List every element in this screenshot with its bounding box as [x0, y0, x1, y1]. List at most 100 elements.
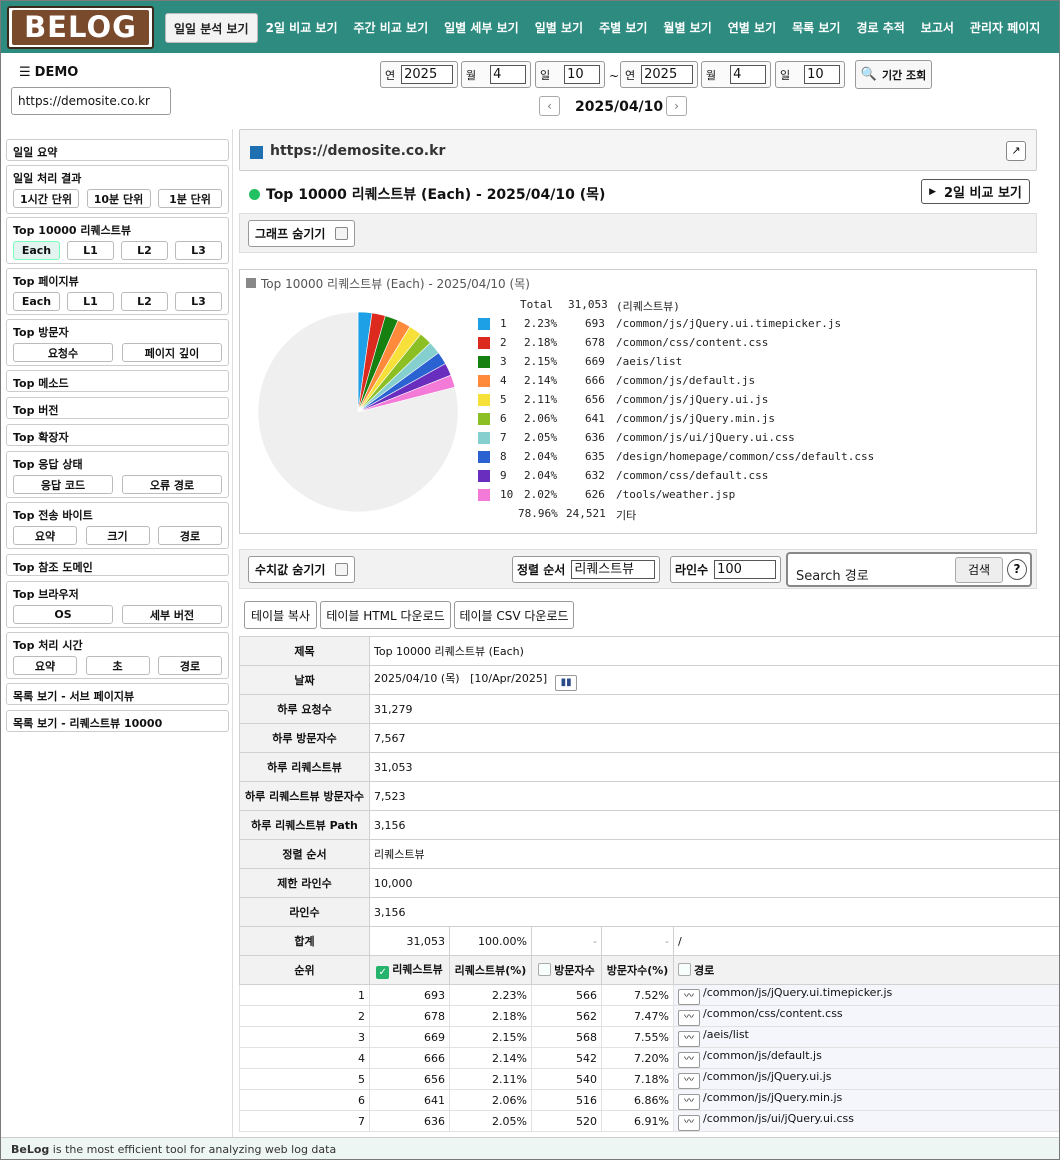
to-year-input[interactable]: 2025: [641, 65, 693, 84]
legend-rank: 10: [500, 488, 514, 501]
sort-order-box: 정렬 순서 리퀘스트뷰: [512, 556, 661, 583]
nav-path-trace[interactable]: 경로 추적: [848, 13, 912, 43]
visitor-requests-button[interactable]: 요청수: [13, 343, 113, 362]
time-seconds-button[interactable]: 초: [85, 656, 150, 675]
from-day-input[interactable]: 10: [564, 65, 600, 84]
row-path: 〰/common/js/jQuery.ui.timepicker.js: [673, 984, 1059, 1006]
visitor-page-depth-button[interactable]: 페이지 깊이: [122, 343, 222, 362]
line-count-input[interactable]: 100: [714, 560, 777, 579]
error-path-button[interactable]: 오류 경로: [122, 475, 222, 494]
legend-row: 7 2.05% 636/common/js/ui/jQuery.ui.css: [478, 429, 878, 447]
ten-minute-unit-button[interactable]: 10분 단위: [86, 189, 151, 208]
sidebar-top-referrer[interactable]: Top 참조 도메인: [6, 554, 229, 576]
browser-version-button[interactable]: 세부 버전: [122, 605, 222, 624]
request-l1-button[interactable]: L1: [67, 241, 114, 260]
nav-list[interactable]: 목록 보기: [784, 13, 848, 43]
request-l3-button[interactable]: L3: [175, 241, 222, 260]
legend-row: 8 2.04% 635/design/homepage/common/css/def…: [478, 448, 878, 466]
page-l3-button[interactable]: L3: [175, 292, 222, 311]
prev-date-button[interactable]: ‹: [539, 96, 560, 116]
request-each-button[interactable]: Each: [13, 241, 60, 260]
browser-os-button[interactable]: OS: [13, 605, 113, 624]
next-date-button[interactable]: ›: [666, 96, 687, 116]
row-requests-pct: 2.11%: [449, 1068, 532, 1090]
hamburger-icon[interactable]: ☰: [19, 65, 31, 80]
hourly-unit-button[interactable]: 1시간 단위: [13, 189, 79, 208]
trend-chart-icon[interactable]: 〰: [678, 1072, 700, 1089]
row-path-text[interactable]: /common/js/ui/jQuery.ui.css: [703, 1112, 854, 1125]
sort-order-select[interactable]: 리퀘스트뷰: [571, 560, 656, 579]
nav-report[interactable]: 보고서: [913, 13, 962, 43]
nav-weekly[interactable]: 주별 보기: [591, 13, 655, 43]
hide-graph-checkbox[interactable]: [335, 227, 349, 240]
nav-weekly-compare[interactable]: 주간 비교 보기: [346, 13, 437, 43]
from-month-input[interactable]: 4: [490, 65, 526, 84]
trend-chart-icon[interactable]: 〰: [678, 1114, 700, 1131]
col-visitors-checkbox[interactable]: [538, 963, 552, 976]
row-path-text[interactable]: /common/css/content.css: [703, 1007, 843, 1020]
bytes-size-button[interactable]: 크기: [85, 526, 150, 545]
page-l2-button[interactable]: L2: [121, 292, 168, 311]
from-year-input[interactable]: 2025: [401, 65, 453, 84]
bytes-path-button[interactable]: 경로: [158, 526, 222, 545]
trend-chart-icon[interactable]: 〰: [678, 1051, 700, 1068]
nav-monthly[interactable]: 월별 보기: [655, 13, 719, 43]
info-value: 31,053: [369, 752, 1059, 782]
external-link-icon[interactable]: ↗: [1006, 141, 1026, 161]
chart-title: Top 10000 리퀘스트뷰 (Each) - 2025/04/10 (목): [261, 277, 530, 291]
top-nav-bar: BELOG 일일 분석 보기 2일 비교 보기 주간 비교 보기 일별 세부 보…: [1, 1, 1059, 53]
to-month-input[interactable]: 4: [730, 65, 766, 84]
nav-two-day-compare[interactable]: 2일 비교 보기: [258, 13, 346, 43]
nav-daily-detail[interactable]: 일별 세부 보기: [436, 13, 527, 43]
sidebar-list-request[interactable]: 목록 보기 - 리퀘스트뷰 10000: [6, 710, 229, 732]
brand-menu[interactable]: ☰ DEMO: [19, 65, 78, 80]
trend-chart-icon[interactable]: 〰: [678, 1009, 700, 1026]
period-query-button[interactable]: 🔍 기간 조회: [855, 60, 932, 89]
bytes-summary-button[interactable]: 요약: [13, 526, 77, 545]
search-button[interactable]: 검색: [955, 557, 1003, 583]
two-day-compare-button[interactable]: ▶ 2일 비교 보기: [921, 179, 1030, 204]
table-copy-button[interactable]: 테이블 복사: [244, 601, 317, 629]
trend-chart-icon[interactable]: 〰: [678, 988, 700, 1005]
time-summary-button[interactable]: 요약: [13, 656, 77, 675]
request-l2-button[interactable]: L2: [121, 241, 168, 260]
site-select[interactable]: https://demosite.co.kr: [11, 87, 171, 115]
help-icon[interactable]: ?: [1007, 559, 1027, 580]
trend-chart-icon[interactable]: 〰: [678, 1093, 700, 1110]
row-path-text[interactable]: /common/js/jQuery.min.js: [703, 1091, 842, 1104]
table-csv-download-button[interactable]: 테이블 CSV 다운로드: [454, 601, 574, 629]
sidebar-daily-summary[interactable]: 일일 요약: [6, 139, 229, 161]
trend-chart-icon[interactable]: 〰: [678, 1030, 700, 1047]
hide-values-checkbox[interactable]: [335, 563, 349, 576]
row-path-text[interactable]: /common/js/default.js: [703, 1049, 822, 1062]
hide-values-label: 수치값 숨기기: [255, 563, 326, 577]
row-path-text[interactable]: /common/js/jQuery.ui.timepicker.js: [703, 986, 892, 999]
sidebar-top-method[interactable]: Top 메소드: [6, 370, 229, 392]
hide-values-toggle[interactable]: 수치값 숨기기: [248, 556, 356, 583]
nav-admin[interactable]: 관리자 페이지: [962, 13, 1048, 43]
nav-daily-analysis[interactable]: 일일 분석 보기: [165, 13, 258, 43]
sidebar-top-extension[interactable]: Top 확장자: [6, 424, 229, 446]
col-visitors-label: 방문자수: [554, 964, 595, 977]
col-requests-checkbox[interactable]: ✓: [376, 966, 390, 979]
nav-yearly[interactable]: 연별 보기: [720, 13, 784, 43]
to-day-input[interactable]: 10: [804, 65, 840, 84]
table-row: 3 669 2.15% 568 7.55% 〰/aeis/list: [239, 1026, 1059, 1048]
nav-daily[interactable]: 일별 보기: [527, 13, 591, 43]
search-input[interactable]: Search 경로: [796, 565, 869, 584]
row-path-text[interactable]: /aeis/list: [703, 1028, 749, 1041]
page-each-button[interactable]: Each: [13, 292, 60, 311]
hide-graph-toggle[interactable]: 그래프 숨기기: [248, 220, 356, 247]
row-path-text[interactable]: /common/js/jQuery.ui.js: [703, 1070, 832, 1083]
sidebar-list-subpage[interactable]: 목록 보기 - 서브 페이지뷰: [6, 683, 229, 705]
table-html-download-button[interactable]: 테이블 HTML 다운로드: [320, 601, 451, 629]
sidebar-top-version[interactable]: Top 버전: [6, 397, 229, 419]
col-path-checkbox[interactable]: [678, 963, 691, 976]
belog-logo[interactable]: BELOG: [7, 6, 154, 49]
one-minute-unit-button[interactable]: 1분 단위: [158, 189, 222, 208]
status-code-button[interactable]: 응답 코드: [13, 475, 113, 494]
bar-chart-icon[interactable]: ▮▮: [555, 674, 578, 691]
page-l1-button[interactable]: L1: [67, 292, 114, 311]
legend-pct: 2.06%: [524, 412, 558, 425]
time-path-button[interactable]: 경로: [158, 656, 222, 675]
